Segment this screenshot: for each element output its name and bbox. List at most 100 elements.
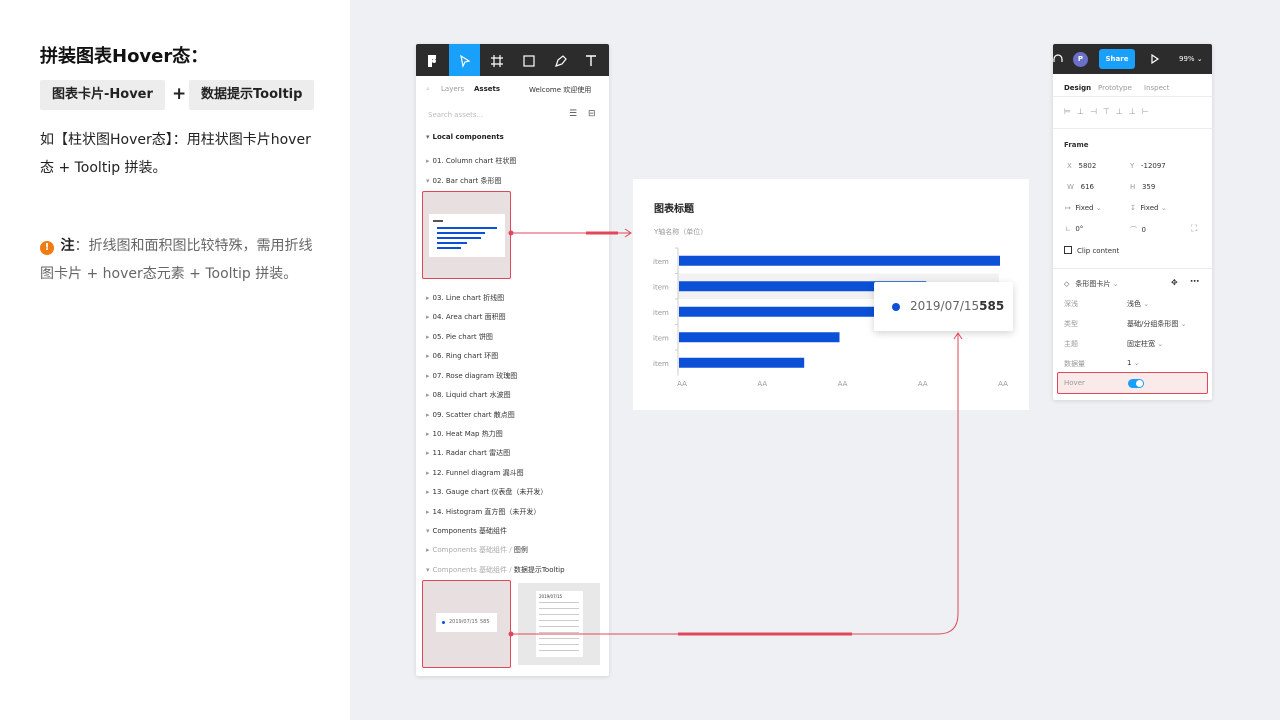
x-tick-label: AA xyxy=(918,380,928,388)
avatar[interactable]: P xyxy=(1073,52,1088,67)
tooltip-list-thumb[interactable]: 2019/07/15 xyxy=(518,583,600,665)
y-field[interactable]: Y -12097 xyxy=(1130,162,1166,170)
h-field[interactable]: H 359 xyxy=(1130,183,1155,191)
x-tick-label: AA xyxy=(998,380,1008,388)
prop-label: 数据量 xyxy=(1064,360,1085,368)
bar xyxy=(679,357,805,368)
prop-label: 深浅 xyxy=(1064,300,1078,308)
prop-value-select[interactable]: 基础/分组条形图 ⌄ xyxy=(1127,319,1186,329)
plus-sign: + xyxy=(172,84,187,104)
hover-property-row: Hover xyxy=(1057,372,1208,394)
search-assets-row: Search assets... ☰ ⊟ xyxy=(416,102,609,126)
play-icon[interactable] xyxy=(1150,54,1160,64)
tab-layers[interactable]: Layers xyxy=(441,85,464,93)
page-title: 拼装图表Hover态： xyxy=(40,46,209,67)
layer-item[interactable]: ▸ 03. Line chart 折线图 xyxy=(426,293,504,303)
layer-item[interactable]: ▸ 13. Gauge chart 仪表盘（未开发） xyxy=(426,487,547,497)
rotation-field[interactable]: ∟ 0° xyxy=(1065,225,1083,233)
layer-item[interactable]: ▸ 10. Heat Map 热力图 xyxy=(426,429,503,439)
tooltip-content: 2019/07/15585 xyxy=(910,299,1004,313)
figma-menu-icon[interactable] xyxy=(416,44,448,76)
tab-design[interactable]: Design xyxy=(1064,84,1091,92)
hover-label: Hover xyxy=(1064,379,1085,387)
more-options-icon[interactable]: ⋯ xyxy=(1190,277,1199,287)
figma-top-right-bar: P Share 99% ⌄ xyxy=(1053,44,1212,74)
prop-value-select[interactable]: 固定柱宽 ⌄ xyxy=(1127,339,1163,349)
series-dot-icon xyxy=(892,303,900,311)
independent-corners-icon[interactable]: ⛶ xyxy=(1191,224,1197,234)
clip-content-checkbox[interactable]: Clip content xyxy=(1064,246,1119,255)
y-tick-label: item xyxy=(653,334,669,342)
prop-label: 类型 xyxy=(1064,320,1078,328)
w-field[interactable]: W 616 xyxy=(1067,183,1094,191)
description-text: 如【柱状图Hover态】：用柱状图卡片hover态 + Tooltip 拼装。 xyxy=(40,132,311,176)
layer-item[interactable]: ▸ 08. Liquid chart 水波图 xyxy=(426,390,511,400)
text-tool-icon[interactable] xyxy=(578,44,604,76)
align-controls-icon[interactable]: ⊨⊥⊣⊤⊥⊥⊢ xyxy=(1064,107,1155,116)
frame-label: Frame xyxy=(1064,141,1089,149)
tooltip-value: 585 xyxy=(979,299,1005,313)
explanation-panel: 拼装图表Hover态： 图表卡片-Hover + 数据提示Tooltip 如【柱… xyxy=(0,0,350,720)
shape-tool-icon[interactable] xyxy=(514,44,544,76)
component-instance-row[interactable]: ◇ 条形图卡片 ⌄ xyxy=(1064,279,1119,289)
layer-item[interactable]: ▸ 07. Rose diagram 玫瑰图 xyxy=(426,371,517,381)
figma-design-panel: P Share 99% ⌄ Design Prototype Inspect ⊨… xyxy=(1053,44,1212,400)
figma-toolbar xyxy=(416,44,609,76)
x-tick-label: AA xyxy=(838,380,848,388)
layer-item[interactable]: ▸ 06. Ring chart 环图 xyxy=(426,351,498,361)
horizontal-constraint[interactable]: ↦ Fixed ⌄ xyxy=(1065,204,1102,212)
panel-tabs: ⌕ Layers Assets Welcome 欢迎使用 xyxy=(416,76,609,102)
layer-item[interactable]: ▸ 04. Area chart 面积图 xyxy=(426,312,506,322)
library-icon[interactable]: ⊟ xyxy=(588,109,596,119)
tab-inspect[interactable]: Inspect xyxy=(1144,84,1170,92)
x-tick-label: AA xyxy=(757,380,767,388)
frame-tool-icon[interactable] xyxy=(482,44,512,76)
share-button[interactable]: Share xyxy=(1099,49,1135,69)
y-tick-label: item xyxy=(653,360,669,368)
y-tick-label: item xyxy=(653,309,669,317)
tab-prototype[interactable]: Prototype xyxy=(1098,84,1132,92)
bar xyxy=(679,255,1000,266)
warning-icon: ! xyxy=(40,241,54,255)
component-link-icon[interactable]: ✥ xyxy=(1171,278,1178,287)
layer-item[interactable]: ▸ 05. Pie chart 饼图 xyxy=(426,332,493,342)
search-input[interactable]: Search assets... xyxy=(428,111,483,119)
x-field[interactable]: X 5802 xyxy=(1067,162,1096,170)
component-instance-icon: ◇ xyxy=(1064,280,1070,288)
prop-value-select[interactable]: 浅色 ⌄ xyxy=(1127,299,1149,309)
tab-assets[interactable]: Assets xyxy=(474,85,500,93)
move-tool-icon[interactable] xyxy=(449,44,480,76)
layer-item[interactable]: ▸ 01. Column chart 柱状图 xyxy=(426,156,516,166)
zoom-level[interactable]: 99% ⌄ xyxy=(1179,55,1203,63)
tag-chart-card-hover: 图表卡片-Hover xyxy=(40,80,165,110)
tooltip-component-thumb[interactable]: 2019/07/15 585 xyxy=(422,580,511,668)
layer-item[interactable]: ▸ 12. Funnel diagram 漏斗图 xyxy=(426,468,524,478)
file-name[interactable]: Welcome 欢迎使用 xyxy=(529,85,591,95)
vertical-constraint[interactable]: ↧ Fixed ⌄ xyxy=(1130,204,1167,212)
layer-item[interactable]: ▾ 02. Bar chart 条形图 xyxy=(426,176,502,186)
section-local-components[interactable]: ▾ Local components xyxy=(426,133,504,141)
figma-assets-panel: ⌕ Layers Assets Welcome 欢迎使用 Search asse… xyxy=(416,44,609,676)
hover-toggle[interactable] xyxy=(1128,379,1144,388)
prop-value-select[interactable]: 1 ⌄ xyxy=(1127,359,1140,367)
search-icon: ⌕ xyxy=(426,85,430,93)
y-tick-label: item xyxy=(653,283,669,291)
note-text: ：折线图和面积图比较特殊，需用折线图卡片 + hover态元素 + Toolti… xyxy=(40,238,313,282)
y-tick-label: item xyxy=(653,258,669,266)
bar xyxy=(679,332,840,343)
layer-item-path[interactable]: ▸ Components 基础组件 / 图例 xyxy=(426,545,528,555)
note-label: 注 xyxy=(60,238,75,254)
data-tooltip: 2019/07/15585 xyxy=(874,282,1013,331)
layer-item[interactable]: ▸ 14. Histogram 直方图（未开发） xyxy=(426,507,540,517)
layer-item-path[interactable]: ▾ Components 基础组件 / 数据提示Tooltip xyxy=(426,565,565,575)
radius-field[interactable]: ⌒ 0 xyxy=(1130,225,1146,235)
headphones-icon[interactable] xyxy=(1053,54,1063,66)
tag-data-tooltip: 数据提示Tooltip xyxy=(189,80,315,110)
layer-item[interactable]: ▸ 11. Radar chart 雷达图 xyxy=(426,448,510,458)
list-view-icon[interactable]: ☰ xyxy=(569,109,577,119)
pen-tool-icon[interactable] xyxy=(546,44,576,76)
layer-item[interactable]: ▾ Components 基础组件 xyxy=(426,526,507,536)
layer-item[interactable]: ▸ 09. Scatter chart 散点图 xyxy=(426,410,515,420)
bar-chart-component-thumb[interactable] xyxy=(422,191,511,279)
tooltip-date: 2019/07/15 xyxy=(910,299,980,313)
